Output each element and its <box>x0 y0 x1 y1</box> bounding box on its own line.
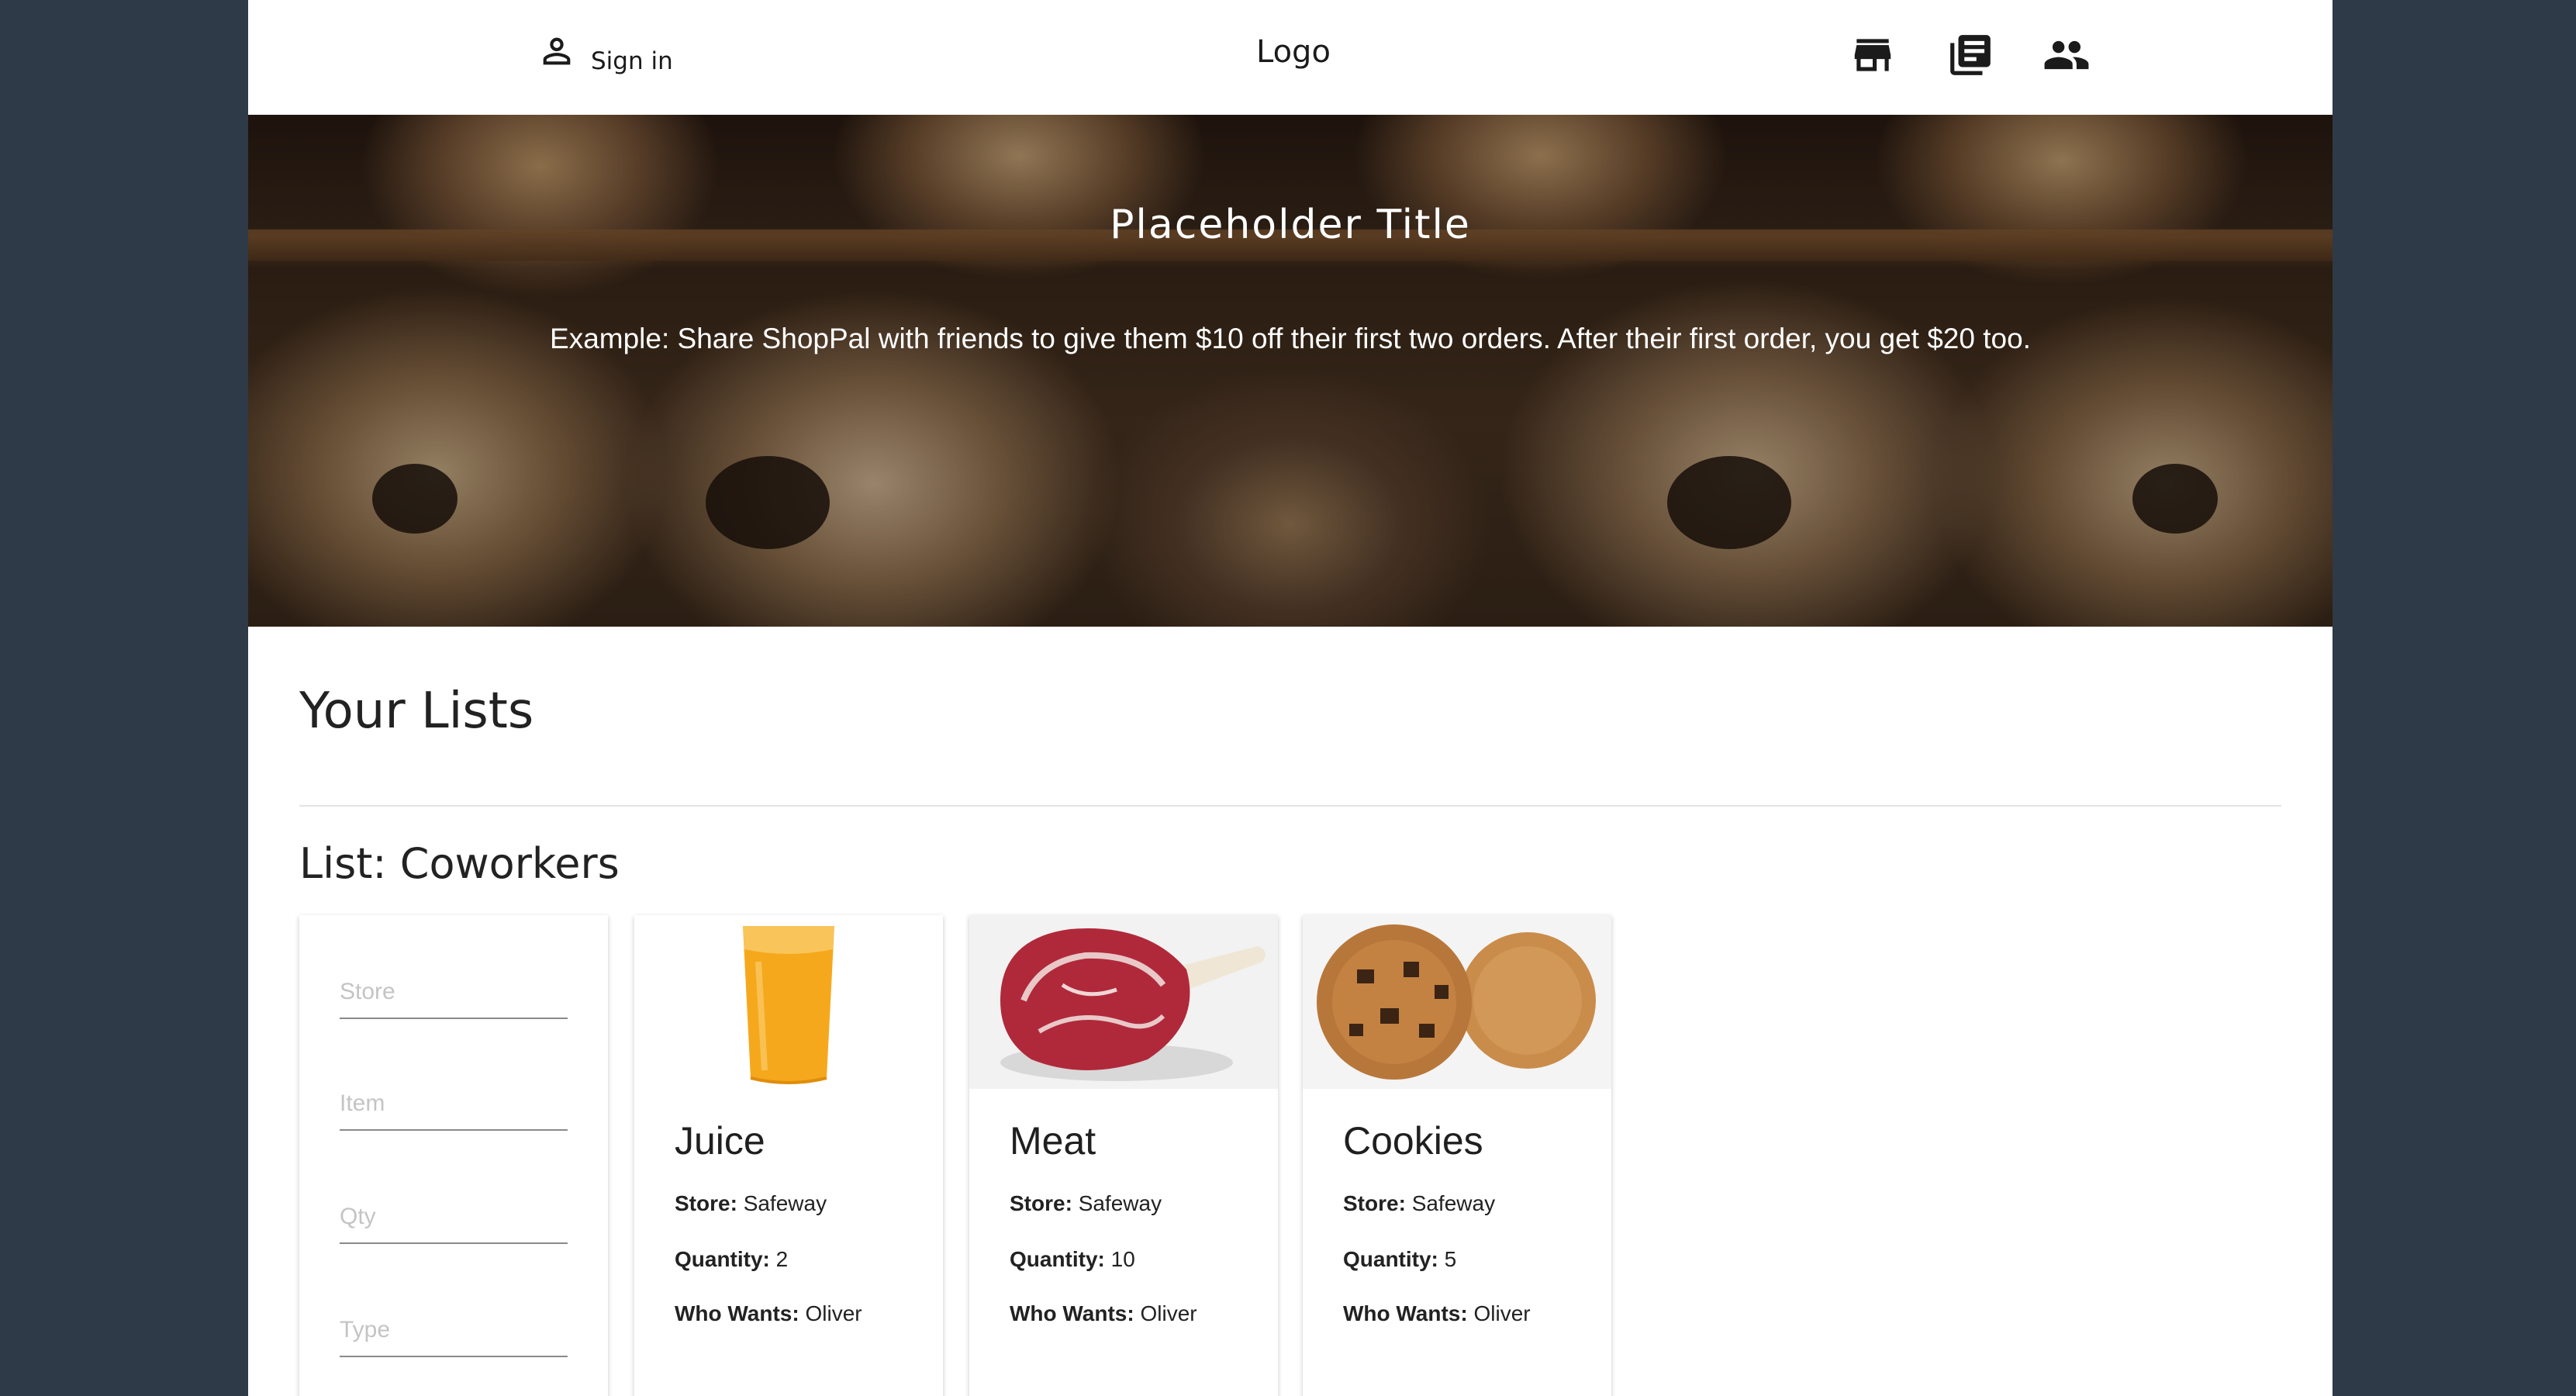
item-store-row: Store: Safeway <box>1010 1191 1162 1216</box>
quantity-label: Quantity: <box>675 1247 770 1271</box>
quantity-label: Quantity: <box>1010 1247 1105 1271</box>
item-name: Meat <box>1010 1119 1096 1163</box>
who-wants-value: Oliver <box>805 1301 862 1325</box>
store-label: Store: <box>1343 1191 1406 1215</box>
item-card-juice[interactable]: Juice Store: Safeway Quantity: 2 Who Wan… <box>634 915 943 1396</box>
item-who-wants-row: Who Wants: Oliver <box>1343 1301 1531 1326</box>
list-title: List: Coworkers <box>299 839 620 888</box>
store-field <box>340 963 568 1019</box>
store-icon[interactable] <box>1849 31 1897 79</box>
top-nav-bar: Sign in Logo <box>248 0 2333 115</box>
person-icon <box>537 31 577 75</box>
type-field <box>340 1301 568 1357</box>
store-value: Safeway <box>1411 1191 1496 1215</box>
hero-title: Placeholder Title <box>1110 202 1471 248</box>
section-divider <box>299 805 2281 807</box>
item-input[interactable] <box>340 1090 568 1117</box>
item-card-cookies[interactable]: Cookies Store: Safeway Quantity: 5 Who W… <box>1303 915 1611 1396</box>
store-input[interactable] <box>340 979 568 1005</box>
item-store-row: Store: Safeway <box>675 1191 827 1216</box>
quantity-value: 5 <box>1444 1247 1457 1271</box>
meat-image <box>969 915 1278 1089</box>
store-value: Safeway <box>743 1191 827 1215</box>
item-card-meat[interactable]: Meat Store: Safeway Quantity: 10 Who Wan… <box>969 915 1278 1396</box>
quantity-label: Quantity: <box>1343 1247 1438 1271</box>
qty-field <box>340 1188 568 1244</box>
store-value: Safeway <box>1078 1191 1162 1215</box>
item-store-row: Store: Safeway <box>1343 1191 1495 1216</box>
who-wants-value: Oliver <box>1473 1301 1531 1325</box>
sign-in-label: Sign in <box>591 47 673 75</box>
item-who-wants-row: Who Wants: Oliver <box>675 1301 862 1326</box>
who-wants-value: Oliver <box>1140 1301 1197 1325</box>
page-title: Your Lists <box>299 682 534 740</box>
juice-image <box>634 915 943 1089</box>
quantity-value: 10 <box>1110 1247 1135 1271</box>
who-wants-label: Who Wants: <box>1343 1301 1468 1325</box>
who-wants-label: Who Wants: <box>1010 1301 1134 1325</box>
hero-subtitle: Example: Share ShopPal with friends to g… <box>550 323 2031 354</box>
add-item-form-card <box>299 915 608 1396</box>
item-quantity-row: Quantity: 2 <box>675 1247 788 1272</box>
news-icon[interactable] <box>1946 31 1994 79</box>
sign-in-button[interactable]: Sign in <box>537 31 673 75</box>
hero-banner: Placeholder Title Example: Share ShopPal… <box>248 115 2333 627</box>
item-name: Juice <box>675 1119 765 1163</box>
quantity-value: 2 <box>775 1247 789 1271</box>
people-icon[interactable] <box>2042 31 2091 79</box>
item-quantity-row: Quantity: 5 <box>1343 1247 1456 1272</box>
store-label: Store: <box>675 1191 737 1215</box>
type-input[interactable] <box>340 1317 568 1343</box>
store-label: Store: <box>1010 1191 1072 1215</box>
page-container: Sign in Logo Placeholder Title Example: … <box>248 0 2333 1396</box>
qty-input[interactable] <box>340 1204 568 1230</box>
who-wants-label: Who Wants: <box>675 1301 799 1325</box>
item-who-wants-row: Who Wants: Oliver <box>1010 1301 1197 1326</box>
logo[interactable]: Logo <box>1256 34 1331 70</box>
item-quantity-row: Quantity: 10 <box>1010 1247 1135 1272</box>
hero-overlay <box>248 115 2333 627</box>
cookies-image <box>1303 915 1611 1089</box>
item-name: Cookies <box>1343 1119 1483 1163</box>
item-field <box>340 1075 568 1131</box>
